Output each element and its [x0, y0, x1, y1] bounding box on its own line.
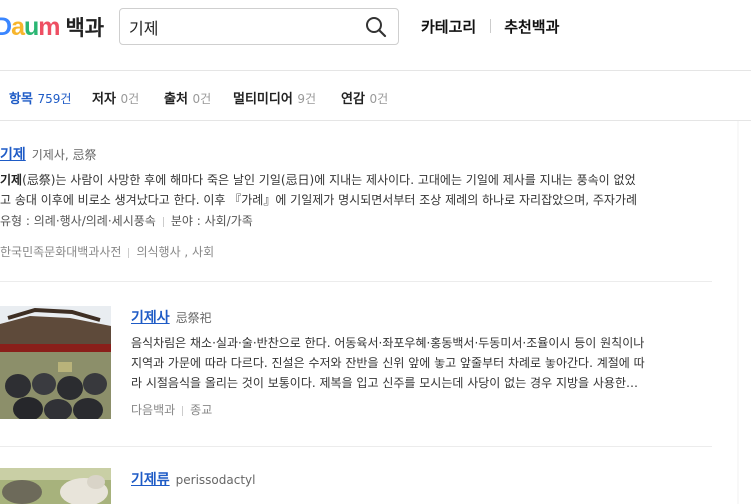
nav-category-link[interactable]: 카테고리	[421, 16, 476, 37]
tab-authors[interactable]: 저자 0건	[92, 88, 139, 107]
result-title-link[interactable]: 기제사	[131, 310, 170, 326]
nav-divider	[490, 19, 492, 33]
result-divider	[0, 281, 712, 282]
result-description-2: 고 송대 이후에 비로소 생겨났다고 한다. 이후 『가례』에 기일제가 명시되…	[0, 193, 638, 207]
search-input[interactable]	[129, 15, 349, 39]
result-divider	[0, 446, 712, 447]
result-thumbnail[interactable]	[0, 468, 111, 504]
source-link[interactable]: 다음백과	[131, 403, 175, 417]
service-name[interactable]: 백과	[65, 12, 104, 42]
header: Daum 백과 카테고리 추천백과	[0, 0, 751, 71]
daum-logo[interactable]: Daum 백과	[0, 12, 104, 42]
result-thumbnail[interactable]	[0, 306, 111, 419]
result-subtitle: perissodactyl	[175, 473, 256, 487]
result-title-link[interactable]: 기제류	[131, 472, 170, 488]
daum-logo-text: Daum	[0, 12, 60, 41]
result-title-link[interactable]: 기제	[0, 147, 26, 163]
top-nav: 카테고리 추천백과	[421, 14, 559, 38]
result-source: 한국민족문화대백과사전 의식행사 , 사회	[0, 243, 712, 260]
result-category: 종교	[190, 403, 213, 417]
tab-multimedia[interactable]: 멀티미디어 9건	[233, 88, 316, 107]
search-icon[interactable]	[364, 15, 388, 39]
result-category: 의식행사 , 사회	[136, 245, 215, 259]
search-result: 기제 기제사, 忌祭 기제(忌祭)는 사람이 사망한 후에 해마다 죽은 날인 기…	[0, 144, 712, 260]
search-result: 기제류 perissodactyl	[131, 469, 711, 489]
result-description: 음식차림은 채소·실과·술·반찬으로 한다. 어동육서·좌포우혜·홍동백서·두동…	[131, 336, 645, 350]
search-result: 기제사 忌祭祀 음식차림은 채소·실과·술·반찬으로 한다. 어동육서·좌포우혜·…	[131, 307, 711, 418]
result-description-3: 라 시절음식을 올리는 것이 보통이다. 제복을 입고 신주를 모시는데 사당이…	[131, 376, 639, 390]
tab-sources[interactable]: 출처 0건	[164, 88, 211, 107]
scrollbar[interactable]	[737, 121, 751, 504]
result-source: 다음백과 종교	[131, 401, 711, 418]
result-description-2: 지역과 가문에 따라 다르다. 진설은 수저와 잔반을 신위 앞에 놓고 앞줄부…	[131, 356, 645, 370]
result-subtitle: 忌祭祀	[175, 311, 212, 325]
tab-yearbook[interactable]: 연감 0건	[341, 88, 388, 107]
result-subtitle: 기제사, 忌祭	[31, 148, 97, 162]
tab-items[interactable]: 항목 759건	[9, 88, 71, 107]
result-tabs: 항목 759건 저자 0건 출처 0건 멀티미디어 9건 연감 0건	[0, 71, 751, 121]
result-description: 기제(忌祭)는 사람이 사망한 후에 해마다 죽은 날인 기일(忌日)에 지내는…	[0, 173, 636, 187]
result-meta: 유형 : 의례·행사/의례·세시풍속 분야 : 사회/가족	[0, 214, 253, 228]
search-box	[119, 8, 399, 45]
source-link[interactable]: 한국민족문화대백과사전	[0, 245, 121, 259]
nav-recommended-link[interactable]: 추천백과	[504, 16, 559, 37]
